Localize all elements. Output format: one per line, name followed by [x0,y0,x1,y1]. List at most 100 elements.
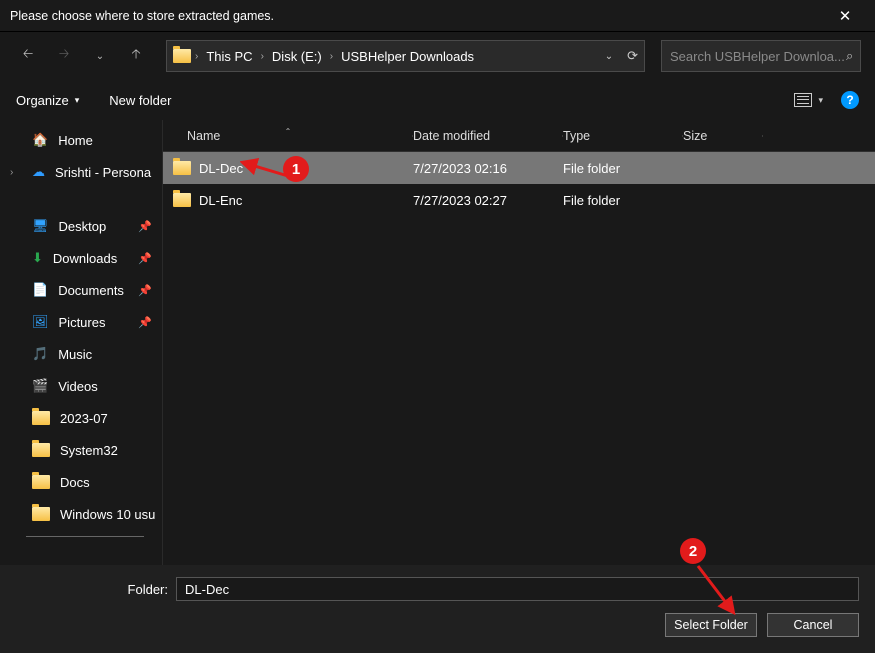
column-date[interactable]: Date modified [413,129,563,143]
sidebar-home[interactable]: 🏠 Home [0,124,162,156]
sidebar-item-folder[interactable]: 2023-07 [0,402,162,434]
sidebar-item-label: 2023-07 [60,411,108,426]
file-date: 7/27/2023 02:27 [413,193,563,208]
sidebar-onedrive-label: Srishti - Persona [55,165,151,180]
breadcrumb-this-pc[interactable]: This PC [202,49,256,64]
column-size[interactable]: Size [683,129,763,143]
sidebar-item-videos[interactable]: 🎬 Videos [0,370,162,402]
sidebar-item-label: Docs [60,475,90,490]
folder-icon [173,161,191,175]
chevron-right-icon: › [261,51,264,62]
download-icon: ⬇ [32,250,43,266]
navbar: 🡠 🡢 ⌄ 🡡 › This PC › Disk (E:) › USBHelpe… [0,32,875,80]
navigation-pane: 🏠 Home › ☁ Srishti - Persona 🖥 Desktop 📌… [0,120,162,580]
column-size-label: Size [683,129,707,143]
search-icon[interactable]: ⌕ [846,48,853,64]
file-name: DL-Enc [199,193,242,208]
home-icon: 🏠 [32,132,48,148]
chevron-right-icon: › [330,51,333,62]
annotation-arrow-2 [690,560,750,620]
close-button[interactable]: ✕ [825,7,865,25]
monitor-icon: 🖥 [32,218,49,234]
image-icon: 🖼 [32,314,49,330]
sidebar-item-music[interactable]: 🎵 Music [0,338,162,370]
chevron-right-icon[interactable]: › [10,167,13,178]
breadcrumb-folder[interactable]: USBHelper Downloads [337,49,478,64]
column-name-label: Name [187,129,220,143]
file-date: 7/27/2023 02:16 [413,161,563,176]
folder-icon [32,475,50,489]
back-button[interactable]: 🡠 [14,42,42,70]
file-type: File folder [563,161,683,176]
pin-icon: 📌 [138,220,152,233]
video-icon: 🎬 [32,378,48,394]
sidebar-item-label: Pictures [59,315,106,330]
folder-icon [173,193,191,207]
search-box[interactable]: ⌕ [661,40,861,72]
breadcrumb-disk[interactable]: Disk (E:) [268,49,326,64]
sort-asc-icon: ⌃ [285,127,292,136]
column-name[interactable]: ⌃ Name [163,129,413,143]
titlebar: Please choose where to store extracted g… [0,0,875,32]
recent-dropdown[interactable]: ⌄ [86,42,114,70]
sidebar-item-label: Windows 10 usu [60,507,155,522]
file-row[interactable]: DL-Enc 7/27/2023 02:27 File folder [163,184,875,216]
music-icon: 🎵 [32,346,48,362]
document-icon: 📄 [32,282,48,298]
folder-name-input[interactable] [176,577,859,601]
sidebar-item-desktop[interactable]: 🖥 Desktop 📌 [0,210,162,242]
folder-icon [32,507,50,521]
folder-field-label: Folder: [16,582,176,597]
sidebar-item-folder[interactable]: Docs [0,466,162,498]
chevron-right-icon: › [195,51,198,62]
sidebar-item-label: Desktop [59,219,107,234]
pin-icon: 📌 [138,284,152,297]
file-type: File folder [563,193,683,208]
sidebar-item-documents[interactable]: 📄 Documents 📌 [0,274,162,306]
address-dropdown-icon[interactable]: ⌄ [605,51,613,62]
sidebar-divider [26,536,144,537]
sidebar-onedrive[interactable]: › ☁ Srishti - Persona [0,156,162,188]
cloud-icon: ☁ [32,164,45,180]
sidebar-item-pictures[interactable]: 🖼 Pictures 📌 [0,306,162,338]
chevron-down-icon: ▾ [818,95,823,106]
pin-icon: 📌 [138,316,152,329]
sidebar-item-label: Videos [58,379,98,394]
folder-icon [32,443,50,457]
sidebar-item-label: Downloads [53,251,117,266]
sidebar-item-label: Music [58,347,92,362]
up-button[interactable]: 🡡 [122,42,150,70]
folder-icon [173,49,191,63]
address-bar[interactable]: › This PC › Disk (E:) › USBHelper Downlo… [166,40,645,72]
annotation-badge-1: 1 [283,156,309,182]
cancel-button[interactable]: Cancel [767,613,859,637]
sidebar-item-folder[interactable]: Windows 10 usu [0,498,162,530]
sidebar-item-folder[interactable]: System32 [0,434,162,466]
column-headers: ⌃ Name Date modified Type Size [163,120,875,152]
organize-menu[interactable]: Organize ▾ [16,93,79,108]
toolbar: Organize ▾ New folder ▾ ? [0,80,875,120]
file-name: DL-Dec [199,161,243,176]
help-icon[interactable]: ? [841,91,859,109]
file-list: ⌃ Name Date modified Type Size DL-Dec [162,120,875,580]
sidebar-home-label: Home [58,133,93,148]
new-folder-label: New folder [109,93,171,108]
column-date-label: Date modified [413,129,490,143]
forward-button[interactable]: 🡢 [50,42,78,70]
organize-label: Organize [16,93,69,108]
refresh-icon[interactable]: ⟳ [627,48,638,64]
chevron-down-icon: ▾ [75,95,80,106]
search-input[interactable] [670,49,846,64]
folder-icon [32,411,50,425]
list-view-icon [794,93,812,107]
pin-icon: 📌 [138,252,152,265]
new-folder-button[interactable]: New folder [109,93,171,108]
column-type[interactable]: Type [563,129,683,143]
view-menu[interactable]: ▾ [794,93,823,107]
sidebar-item-downloads[interactable]: ⬇ Downloads 📌 [0,242,162,274]
annotation-badge-2: 2 [680,538,706,564]
sidebar-item-label: System32 [60,443,118,458]
sidebar-item-label: Documents [58,283,124,298]
content-area: 🏠 Home › ☁ Srishti - Persona 🖥 Desktop 📌… [0,120,875,580]
dialog-title: Please choose where to store extracted g… [10,9,274,23]
